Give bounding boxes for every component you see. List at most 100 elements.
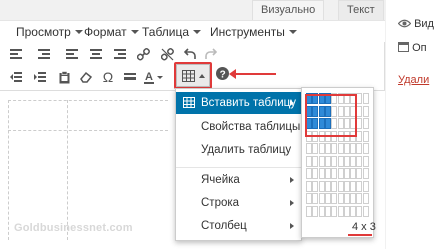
grid-cell[interactable]: [306, 205, 312, 217]
grid-cell[interactable]: [337, 155, 344, 167]
grid-cell[interactable]: [331, 143, 338, 154]
grid-cell[interactable]: [312, 168, 319, 179]
grid-cell[interactable]: [362, 155, 369, 167]
grid-cell[interactable]: [362, 205, 369, 217]
grid-cell[interactable]: [350, 168, 357, 179]
grid-cell[interactable]: [337, 193, 344, 204]
grid-cell[interactable]: [318, 205, 325, 217]
grid-cell[interactable]: [350, 193, 357, 204]
grid-cell[interactable]: [331, 180, 338, 192]
grid-cell[interactable]: [312, 193, 319, 204]
undo-btn[interactable]: [180, 44, 200, 64]
menu-view[interactable]: Просмотр: [16, 24, 83, 40]
grid-cell[interactable]: [331, 193, 338, 204]
grid-cell[interactable]: [356, 155, 363, 167]
grid-cell[interactable]: [324, 205, 331, 217]
tab-text[interactable]: Текст: [338, 0, 384, 20]
grid-cell[interactable]: [312, 143, 319, 154]
align-left-btn[interactable]: [6, 44, 26, 64]
list-indent-btn[interactable]: [34, 44, 54, 64]
right-sidebar: Вид Оп Удали: [386, 0, 434, 249]
grid-cell[interactable]: [318, 168, 325, 179]
menu-row[interactable]: Строка: [176, 192, 301, 214]
tab-visual[interactable]: Визуально: [252, 0, 325, 20]
menu-insert-table[interactable]: Вставить таблицу: [176, 92, 301, 114]
grid-cell[interactable]: [356, 193, 363, 204]
grid-cell[interactable]: [356, 93, 363, 104]
align-center-btn[interactable]: [86, 44, 106, 64]
grid-cell[interactable]: [356, 105, 363, 117]
menu-cell[interactable]: Ячейка: [176, 169, 301, 191]
grid-cell[interactable]: [362, 118, 369, 129]
clear-format-btn[interactable]: [76, 67, 96, 87]
help-button[interactable]: ?: [216, 67, 229, 83]
grid-cell[interactable]: [331, 168, 338, 179]
special-char-btn[interactable]: Ω: [98, 67, 118, 87]
grid-cell[interactable]: [362, 168, 369, 179]
grid-cell[interactable]: [312, 180, 319, 192]
grid-cell[interactable]: [350, 143, 357, 154]
grid-cell[interactable]: [356, 180, 363, 192]
grid-cell[interactable]: [337, 168, 344, 179]
grid-cell[interactable]: [343, 193, 350, 204]
grid-cell[interactable]: [356, 143, 363, 154]
grid-cell[interactable]: [343, 180, 350, 192]
grid-cell[interactable]: [318, 143, 325, 154]
text-color-btn[interactable]: A: [144, 67, 164, 87]
grid-cell[interactable]: [324, 168, 331, 179]
grid-cell[interactable]: [306, 180, 312, 192]
grid-cell[interactable]: [343, 155, 350, 167]
grid-cell[interactable]: [356, 130, 363, 142]
grid-cell[interactable]: [362, 143, 369, 154]
grid-cell[interactable]: [362, 105, 369, 117]
grid-cell[interactable]: [331, 155, 338, 167]
align-left-2-btn[interactable]: [62, 44, 82, 64]
grid-cell[interactable]: [324, 193, 331, 204]
grid-cell[interactable]: [306, 155, 312, 167]
grid-cell[interactable]: [350, 180, 357, 192]
grid-cell[interactable]: [337, 205, 344, 217]
grid-cell[interactable]: [324, 143, 331, 154]
grid-cell[interactable]: [362, 193, 369, 204]
grid-cell[interactable]: [337, 143, 344, 154]
grid-cell[interactable]: [343, 168, 350, 179]
grid-cell[interactable]: [312, 155, 319, 167]
menu-format[interactable]: Формат: [84, 24, 139, 40]
grid-cell[interactable]: [318, 193, 325, 204]
table-border-dashed: [8, 100, 168, 101]
grid-cell[interactable]: [318, 180, 325, 192]
grid-cell[interactable]: [306, 168, 312, 179]
grid-cell[interactable]: [306, 193, 312, 204]
horizontal-line-btn[interactable]: [120, 67, 140, 87]
menu-delete-table[interactable]: Удалить таблицу: [176, 139, 301, 161]
grid-cell[interactable]: [324, 180, 331, 192]
grid-cell[interactable]: [343, 205, 350, 217]
menu-table-properties[interactable]: Свойства таблицы: [176, 116, 301, 138]
menu-tools[interactable]: Инструменты: [210, 24, 297, 40]
grid-cell[interactable]: [350, 155, 357, 167]
outdent-btn[interactable]: [6, 67, 26, 87]
grid-cell[interactable]: [350, 205, 357, 217]
grid-cell[interactable]: [356, 205, 363, 217]
grid-cell[interactable]: [362, 130, 369, 142]
indent-btn[interactable]: [30, 67, 50, 87]
grid-cell[interactable]: [362, 93, 369, 104]
align-right-btn[interactable]: [110, 44, 130, 64]
redo-btn[interactable]: [200, 44, 220, 64]
link-btn[interactable]: [133, 44, 153, 64]
grid-cell[interactable]: [331, 205, 338, 217]
grid-cell[interactable]: [312, 205, 319, 217]
grid-cell[interactable]: [356, 168, 363, 179]
unlink-btn[interactable]: [157, 44, 177, 64]
menu-column[interactable]: Столбец: [176, 215, 301, 237]
menu-table[interactable]: Таблица: [142, 24, 202, 40]
grid-cell[interactable]: [324, 155, 331, 167]
sidebar-delete-link[interactable]: Удали: [398, 74, 429, 86]
grid-cell[interactable]: [306, 143, 312, 154]
grid-cell[interactable]: [343, 143, 350, 154]
grid-cell[interactable]: [337, 180, 344, 192]
paste-text-btn[interactable]: [54, 67, 74, 87]
grid-cell[interactable]: [356, 118, 363, 129]
grid-cell[interactable]: [362, 180, 369, 192]
grid-cell[interactable]: [318, 155, 325, 167]
